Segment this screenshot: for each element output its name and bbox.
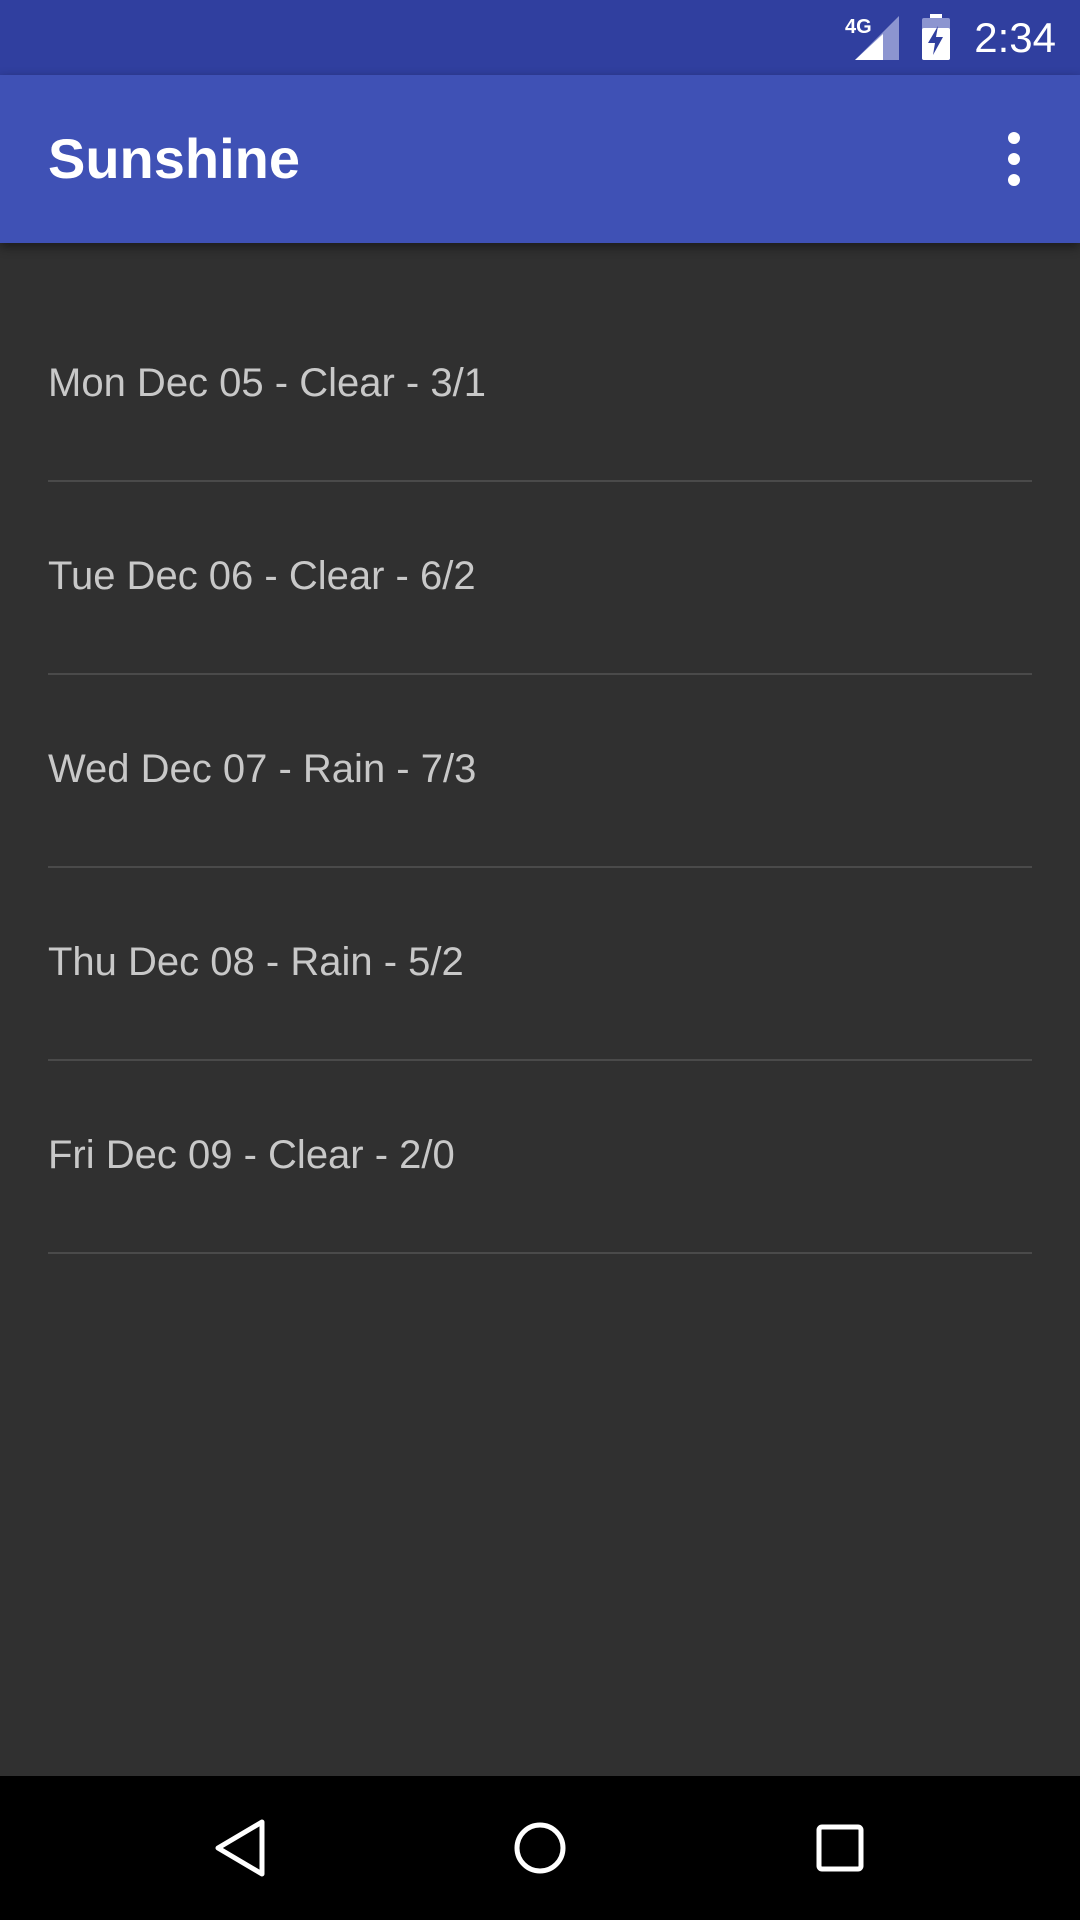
- signal-4g-icon: 4G: [845, 16, 899, 60]
- overflow-menu-icon-dot: [1008, 132, 1020, 144]
- forecast-list-item[interactable]: Wed Dec 07 - Rain - 7/3: [48, 675, 1032, 868]
- network-type-label: 4G: [845, 16, 872, 38]
- back-icon[interactable]: [204, 1812, 276, 1884]
- forecast-list-item[interactable]: Mon Dec 05 - Clear - 3/1: [48, 289, 1032, 482]
- forecast-item-label: Tue Dec 06 - Clear - 6/2: [48, 554, 476, 598]
- screen: 4G 2:34 Sunshine Mon Dec 05 - Clear - 3/…: [0, 0, 1080, 1920]
- forecast-item-label: Fri Dec 09 - Clear - 2/0: [48, 1133, 455, 1177]
- forecast-list: Mon Dec 05 - Clear - 3/1 Tue Dec 06 - Cl…: [0, 289, 1080, 1254]
- forecast-list-item[interactable]: Tue Dec 06 - Clear - 6/2: [48, 482, 1032, 675]
- home-icon[interactable]: [504, 1812, 576, 1884]
- app-title: Sunshine: [48, 127, 301, 190]
- navigation-bar: [0, 1776, 1080, 1920]
- overflow-menu-icon-dot: [1008, 153, 1020, 165]
- app-bar: Sunshine: [0, 75, 1080, 243]
- overflow-menu-icon-dot: [1008, 174, 1020, 186]
- forecast-item-label: Mon Dec 05 - Clear - 3/1: [48, 361, 486, 405]
- battery-charging-icon: [922, 14, 950, 60]
- status-bar: 4G 2:34: [0, 0, 1080, 75]
- forecast-list-item[interactable]: Thu Dec 08 - Rain - 5/2: [48, 868, 1032, 1061]
- forecast-item-label: Thu Dec 08 - Rain - 5/2: [48, 940, 464, 984]
- forecast-list-item[interactable]: Fri Dec 09 - Clear - 2/0: [48, 1061, 1032, 1254]
- recents-icon[interactable]: [804, 1812, 876, 1884]
- forecast-item-label: Wed Dec 07 - Rain - 7/3: [48, 747, 477, 791]
- status-time: 2:34: [974, 14, 1056, 61]
- overflow-menu-button[interactable]: [990, 127, 1038, 191]
